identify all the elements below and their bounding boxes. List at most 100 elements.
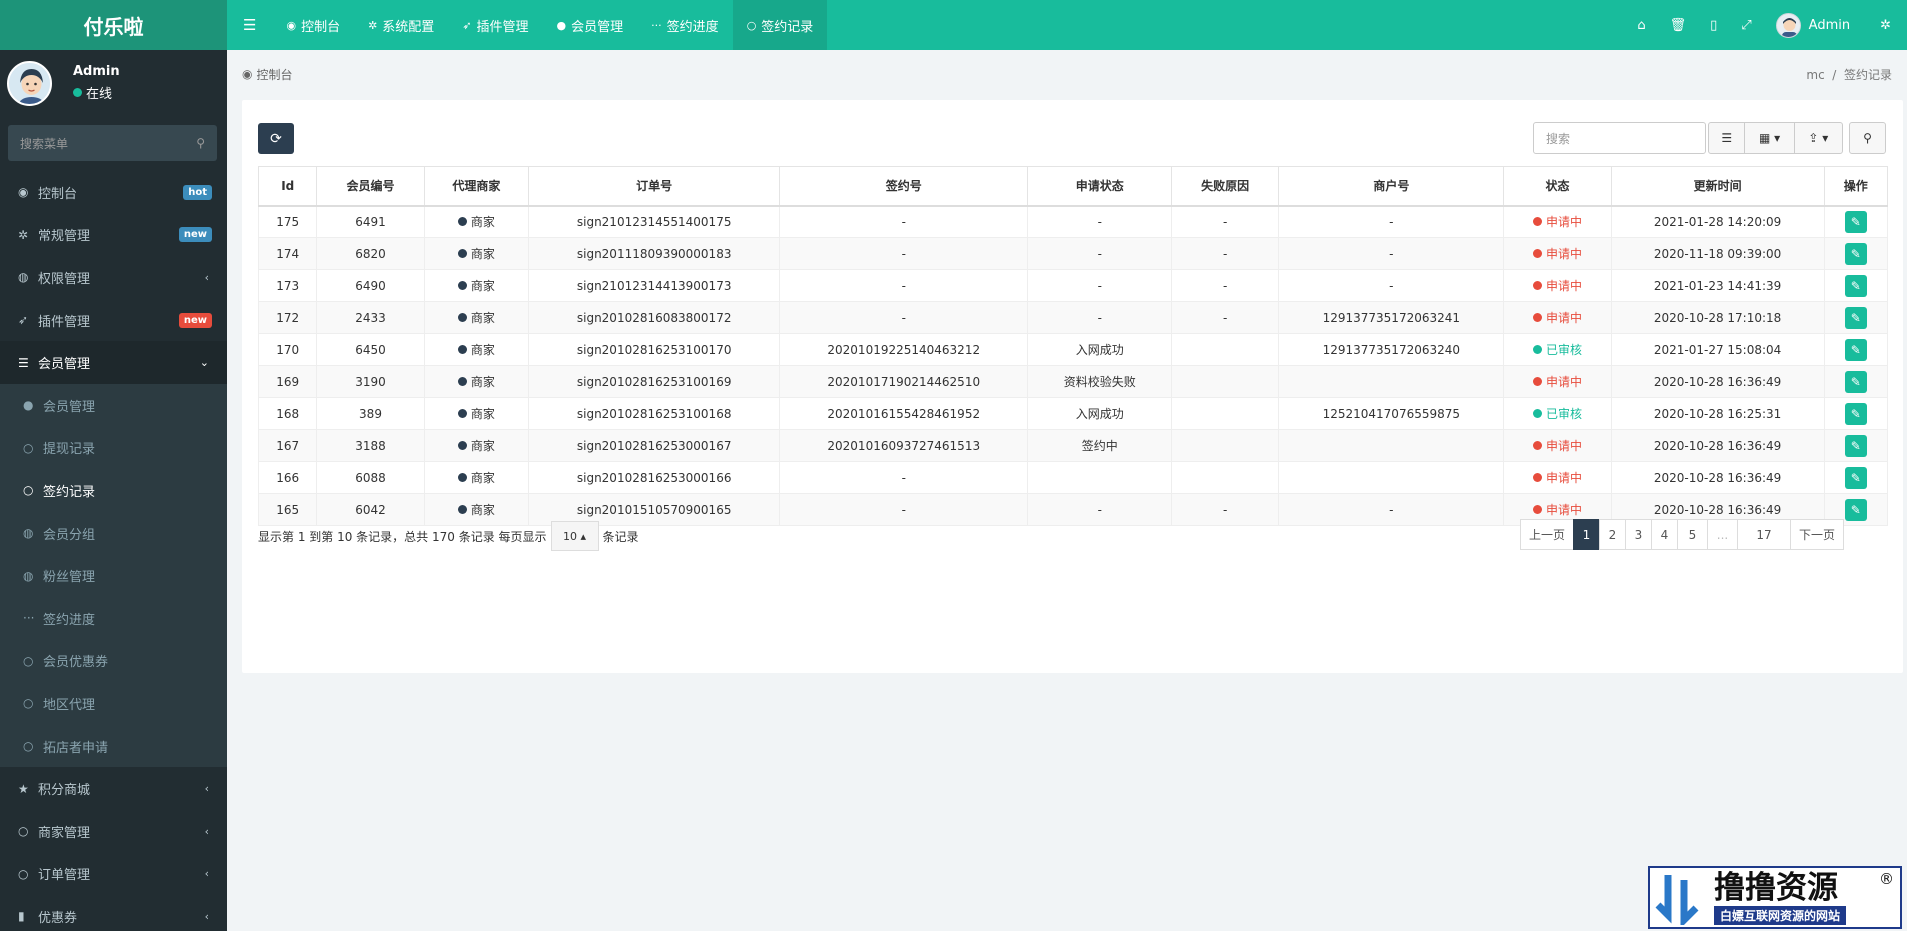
table-cell: 20201019225140463212 xyxy=(779,333,1029,366)
menu-badge: new xyxy=(178,312,212,328)
brand-logo[interactable]: 付乐啦 xyxy=(0,0,227,50)
next-page-button[interactable]: 下一页 xyxy=(1790,519,1844,550)
edit-button[interactable]: ✎ xyxy=(1844,434,1867,457)
sidebar-submenu: ● 会员管理 ○ 提现记录 ○ 签约记录 ◍ 会员分组 ◍ 粉丝管理 ··· 签约进度 ○ 会员优惠券 ○ 地… xyxy=(0,383,227,768)
merchant-tag: 商家 xyxy=(457,277,495,294)
sidebar-item[interactable]: ★ 积分商城 ‹ xyxy=(0,767,227,810)
column-header[interactable]: 签约号 xyxy=(779,166,1029,207)
page-button[interactable]: 3 xyxy=(1625,519,1652,550)
column-header[interactable]: Id xyxy=(257,166,318,207)
page-button[interactable]: 17 xyxy=(1737,519,1791,550)
topnav-item-2[interactable]: ➶ 插件管理 xyxy=(448,0,542,50)
sidebar-item[interactable]: ○ 拓店者申请 xyxy=(0,725,227,768)
edit-button[interactable]: ✎ xyxy=(1844,306,1867,329)
table-cell: sign20111809390000183 xyxy=(528,237,781,270)
sidebar-item[interactable]: ○ 提现记录 xyxy=(0,427,227,470)
edit-button[interactable]: ✎ xyxy=(1844,242,1867,265)
sidebar-user-name: Admin xyxy=(73,64,120,79)
settings-gear-icon[interactable]: ✲ xyxy=(1868,18,1903,33)
page-button[interactable]: 2 xyxy=(1599,519,1626,550)
status-badge: 申请中 xyxy=(1532,501,1582,518)
sidebar-item[interactable]: ○ 订单管理 ‹ xyxy=(0,853,227,896)
sidebar-item[interactable]: ☰ 会员管理 ⌄ xyxy=(0,341,227,384)
menu-search-input[interactable]: 搜索菜单 ⚲ xyxy=(8,125,217,161)
edit-button[interactable]: ✎ xyxy=(1844,210,1867,233)
fullscreen-icon[interactable]: ⤢ xyxy=(1729,18,1763,33)
table-search-input[interactable]: 搜索 xyxy=(1533,122,1706,154)
column-header[interactable]: 申请状态 xyxy=(1027,166,1173,207)
table-cell: 6491 xyxy=(316,205,425,238)
edit-button[interactable]: ✎ xyxy=(1844,338,1867,361)
topnav-item-3[interactable]: ● 会员管理 xyxy=(543,0,638,50)
column-header[interactable]: 操作 xyxy=(1823,166,1889,207)
toggle-view-button[interactable]: ☰ xyxy=(1709,123,1746,153)
page-button[interactable]: 1 xyxy=(1573,519,1600,550)
trash-icon[interactable]: 🗑 xyxy=(1658,18,1699,33)
sidebar-item[interactable]: ➶ 插件管理 new xyxy=(0,299,227,342)
column-header[interactable]: 商户号 xyxy=(1278,166,1505,207)
topnav-item-5[interactable]: ○ 签约记录 xyxy=(732,0,828,50)
export-button[interactable]: ⇪ ▾ xyxy=(1795,123,1842,153)
table-cell: - xyxy=(1171,205,1280,238)
cogs-icon: ✲ xyxy=(18,227,29,242)
topnav-item-4[interactable]: ··· 签约进度 xyxy=(637,0,733,50)
breadcrumb-item[interactable]: mc xyxy=(1806,68,1824,82)
gear-icon: ✲ xyxy=(368,18,378,32)
sidebar-item[interactable]: ○ 地区代理 xyxy=(0,682,227,725)
breadcrumb-current[interactable]: 控制台 xyxy=(256,66,292,83)
search-icon[interactable]: ⚲ xyxy=(196,136,205,150)
table-cell xyxy=(1171,397,1280,430)
merchant-dot-icon xyxy=(457,377,467,386)
sidebar-item[interactable]: ✲ 常规管理 new xyxy=(0,214,227,257)
merchant-text: 商家 xyxy=(470,311,495,325)
sidebar-item[interactable]: ◍ 会员分组 xyxy=(0,512,227,555)
column-header[interactable]: 状态 xyxy=(1503,166,1612,207)
topnav-item-1[interactable]: ✲ 系统配置 xyxy=(354,0,448,50)
table-header-row: Id 会员编号 代理商家 订单号 签约号 申请状态 失败原因 商户号 状态 更新时间 操作 xyxy=(257,166,1889,207)
column-header[interactable]: 代理商家 xyxy=(423,166,530,207)
home-icon[interactable]: ⌂ xyxy=(1625,18,1657,33)
column-header[interactable]: 失败原因 xyxy=(1171,166,1280,207)
sidebar-item[interactable]: ○ 签约记录 xyxy=(0,469,227,512)
table-cell: 2021-01-23 14:41:39 xyxy=(1610,269,1825,302)
column-header[interactable]: 会员编号 xyxy=(316,166,425,207)
sidebar-item[interactable]: ○ 会员优惠券 xyxy=(0,640,227,683)
user-menu[interactable]: Admin xyxy=(1764,12,1868,38)
sidebar-item[interactable]: ··· 签约进度 xyxy=(0,597,227,640)
sidebar-item[interactable]: ◍ 粉丝管理 xyxy=(0,554,227,597)
table-cell: 商家 xyxy=(423,397,530,430)
table-cell: - xyxy=(779,301,1029,334)
edit-button[interactable]: ✎ xyxy=(1844,370,1867,393)
edit-button[interactable]: ✎ xyxy=(1844,274,1867,297)
sidebar-item[interactable]: ◍ 权限管理 ‹ xyxy=(0,256,227,299)
prev-page-button[interactable]: 上一页 xyxy=(1520,519,1574,550)
translate-icon[interactable]: ▯ xyxy=(1698,18,1729,33)
columns-button[interactable]: ▦ ▾ xyxy=(1745,123,1795,153)
page-button[interactable]: 5 xyxy=(1677,519,1708,550)
watermark-title: 撸撸资源 xyxy=(1714,869,1838,906)
pencil-icon: ✎ xyxy=(1850,374,1861,389)
menu-badge: hot xyxy=(183,184,212,200)
edit-button[interactable]: ✎ xyxy=(1844,402,1867,425)
edit-button[interactable]: ✎ xyxy=(1844,498,1867,521)
column-header[interactable]: 订单号 xyxy=(528,166,781,207)
sidebar-item[interactable]: ▮ 优惠券 ‹ xyxy=(0,895,227,931)
table-cell: ✎ xyxy=(1823,397,1889,430)
refresh-button[interactable]: ⟳ xyxy=(258,123,294,154)
per-page-select[interactable]: 10 ▴ xyxy=(550,521,599,551)
sidebar-toggle-button[interactable]: ☰ xyxy=(227,0,272,50)
sidebar-item[interactable]: ● 会员管理 xyxy=(0,384,227,427)
table-cell: 商家 xyxy=(423,301,530,334)
table-cell: ✎ xyxy=(1823,237,1889,270)
merchant-text: 商家 xyxy=(470,215,495,230)
page-button[interactable]: 4 xyxy=(1651,519,1678,550)
topnav-item-0[interactable]: ◉ 控制台 xyxy=(272,0,354,50)
table-cell: 170 xyxy=(257,333,318,366)
advanced-search-button[interactable]: ⚲ xyxy=(1849,122,1886,154)
edit-button[interactable]: ✎ xyxy=(1844,466,1867,489)
top-user-name: Admin xyxy=(1808,17,1851,33)
sidebar-item[interactable]: ◉ 控制台 hot xyxy=(0,171,227,214)
column-header[interactable]: 更新时间 xyxy=(1610,166,1825,207)
table-cell: 2020-10-28 16:25:31 xyxy=(1610,397,1825,430)
sidebar-item[interactable]: ○ 商家管理 ‹ xyxy=(0,810,227,853)
